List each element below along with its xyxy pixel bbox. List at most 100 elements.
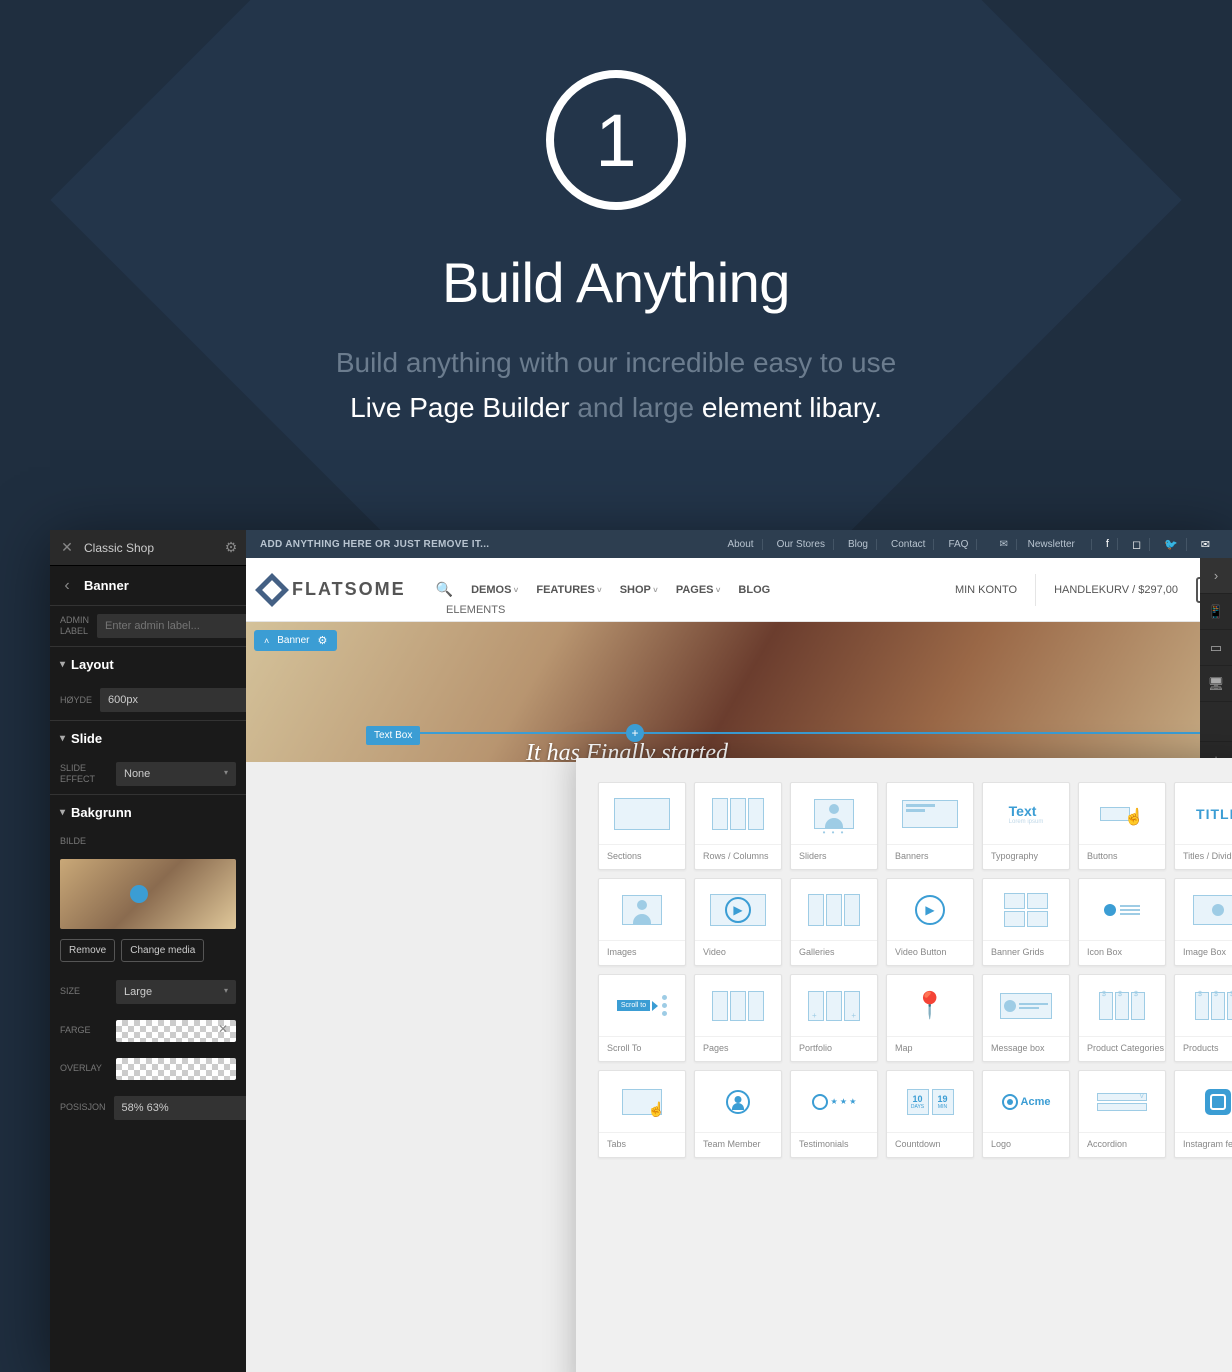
element-card-testimonials[interactable]: ★ ★ ★Testimonials	[790, 1070, 878, 1158]
topbar-link-stores[interactable]: Our Stores	[769, 539, 834, 550]
gear-icon[interactable]: ⚙	[318, 634, 328, 647]
close-icon[interactable]: ✕	[50, 539, 84, 556]
element-card-video[interactable]: ▶Video	[694, 878, 782, 966]
element-card-typography[interactable]: TextLorem ipsumTypography	[982, 782, 1070, 870]
element-thumb-icon	[1175, 879, 1232, 940]
topbar-link-contact[interactable]: Contact	[883, 539, 934, 550]
nav-pages[interactable]: PAGES	[676, 584, 721, 596]
topbar-newsletter[interactable]: ✉ Newsletter	[983, 539, 1091, 550]
element-label: Typography	[983, 844, 1069, 869]
element-label: Image Box	[1175, 940, 1232, 965]
hero-number-circle: 1	[546, 70, 686, 210]
color-swatch[interactable]	[116, 1020, 236, 1042]
element-label: Tabs	[599, 1132, 685, 1157]
background-image-preview[interactable]	[60, 859, 236, 929]
overlay-swatch[interactable]	[116, 1058, 236, 1080]
element-label: Team Member	[695, 1132, 781, 1157]
element-card-products[interactable]: Products	[1174, 974, 1232, 1062]
element-card-images[interactable]: Images	[598, 878, 686, 966]
element-card-titles-dividers[interactable]: TITLETitles / Dividers	[1174, 782, 1232, 870]
element-card-sections[interactable]: Sections	[598, 782, 686, 870]
change-media-button[interactable]: Change media	[121, 939, 204, 962]
envelope-icon[interactable]: ✉	[1193, 538, 1218, 551]
element-card-logo[interactable]: AcmeLogo	[982, 1070, 1070, 1158]
element-card-banners[interactable]: Banners	[886, 782, 974, 870]
element-label: Testimonials	[791, 1132, 877, 1157]
logo[interactable]: FLATSOME	[260, 578, 406, 602]
tablet-icon[interactable]: ▭	[1200, 630, 1232, 666]
nav-demos[interactable]: DEMOS	[471, 584, 518, 596]
element-card-sliders[interactable]: • • •Sliders	[790, 782, 878, 870]
element-label: Map	[887, 1036, 973, 1061]
element-card-rows-columns[interactable]: Rows / Columns	[694, 782, 782, 870]
element-card-icon-box[interactable]: Icon Box	[1078, 878, 1166, 966]
element-card-map[interactable]: 📍Map	[886, 974, 974, 1062]
element-card-image-box[interactable]: Image Box	[1174, 878, 1232, 966]
remove-button[interactable]: Remove	[60, 939, 115, 962]
element-thumb-icon: Acme	[983, 1071, 1069, 1132]
element-card-tabs[interactable]: Tabs	[598, 1070, 686, 1158]
add-element-icon[interactable]: +	[626, 724, 644, 742]
nav-elements[interactable]: ELEMENTS	[446, 604, 505, 616]
topbar-link-blog[interactable]: Blog	[840, 539, 877, 550]
element-card-message-box[interactable]: Message box	[982, 974, 1070, 1062]
search-icon[interactable]: 🔍	[436, 581, 453, 598]
element-card-team-member[interactable]: Team Member	[694, 1070, 782, 1158]
twitter-icon[interactable]: 🐦	[1156, 538, 1187, 551]
facebook-icon[interactable]: f	[1098, 538, 1118, 550]
slide-effect-select[interactable]: None	[116, 762, 236, 786]
element-thumb-icon	[983, 879, 1069, 940]
textbox-element-chip[interactable]: Text Box	[366, 726, 420, 745]
element-card-scroll-to[interactable]: Scroll toScroll To	[598, 974, 686, 1062]
element-label: Product Categories	[1079, 1036, 1165, 1061]
back-icon[interactable]: ‹	[50, 577, 84, 595]
admin-label-input[interactable]	[97, 614, 255, 638]
element-card-galleries[interactable]: Galleries	[790, 878, 878, 966]
mail-icon: ✉	[991, 539, 1016, 550]
element-card-countdown[interactable]: 10DAYS19MINCountdown	[886, 1070, 974, 1158]
element-label: Products	[1175, 1036, 1232, 1061]
nav-features[interactable]: FEATURES	[536, 584, 601, 596]
textbox-outline	[368, 732, 1202, 734]
element-card-portfolio[interactable]: ++Portfolio	[790, 974, 878, 1062]
topbar-link-about[interactable]: About	[719, 539, 762, 550]
banner-element-chip[interactable]: ˄ Banner ⚙	[254, 630, 337, 651]
sidebar-top: ✕ Classic Shop ⚙	[50, 530, 246, 566]
layout-section-header[interactable]: Layout	[50, 646, 246, 680]
header-divider	[1035, 574, 1036, 606]
element-label: Banners	[887, 844, 973, 869]
chevron-right-icon[interactable]: ›	[1200, 558, 1232, 594]
gear-icon[interactable]: ⚙	[216, 539, 246, 556]
nav-shop[interactable]: SHOP	[620, 584, 658, 596]
element-thumb-icon: TextLorem ipsum	[983, 783, 1069, 844]
element-card-video-button[interactable]: ▶Video Button	[886, 878, 974, 966]
background-section-header[interactable]: Bakgrunn	[50, 794, 246, 828]
cart-link[interactable]: HANDLEKURV / $297,00	[1054, 584, 1178, 596]
account-link[interactable]: MIN KONTO	[955, 584, 1017, 596]
element-card-banner-grids[interactable]: Banner Grids	[982, 878, 1070, 966]
element-card-instagram-feed[interactable]: Instagram feed	[1174, 1070, 1232, 1158]
element-label: Images	[599, 940, 685, 965]
element-label: Sections	[599, 844, 685, 869]
element-thumb-icon	[1175, 1071, 1232, 1132]
admin-label: ADMIN LABEL	[60, 615, 89, 637]
element-card-product-categories[interactable]: Product Categories	[1078, 974, 1166, 1062]
editor-canvas[interactable]: ˄ Banner ⚙ Text Box + It has Finally sta…	[246, 622, 1232, 762]
mobile-icon[interactable]: 📱	[1200, 594, 1232, 630]
topbar: ADD ANYTHING HERE OR JUST REMOVE IT... A…	[246, 530, 1232, 558]
topbar-link-faq[interactable]: FAQ	[940, 539, 977, 550]
height-input[interactable]	[100, 688, 258, 712]
size-select[interactable]: Large	[116, 980, 236, 1004]
element-card-buttons[interactable]: ☝Buttons	[1078, 782, 1166, 870]
element-thumb-icon: ++	[791, 975, 877, 1036]
nav-blog[interactable]: BLOG	[738, 584, 770, 596]
slide-section-header[interactable]: Slide	[50, 720, 246, 754]
element-card-pages[interactable]: Pages	[694, 974, 782, 1062]
desktop-icon[interactable]: 🖥	[1200, 666, 1232, 702]
element-thumb-icon	[695, 783, 781, 844]
instagram-icon[interactable]: ◻	[1124, 538, 1150, 551]
element-thumb-icon: ▶	[887, 879, 973, 940]
element-label: Countdown	[887, 1132, 973, 1157]
element-card-accordion[interactable]: Accordion	[1078, 1070, 1166, 1158]
element-thumb-icon	[1175, 975, 1232, 1036]
